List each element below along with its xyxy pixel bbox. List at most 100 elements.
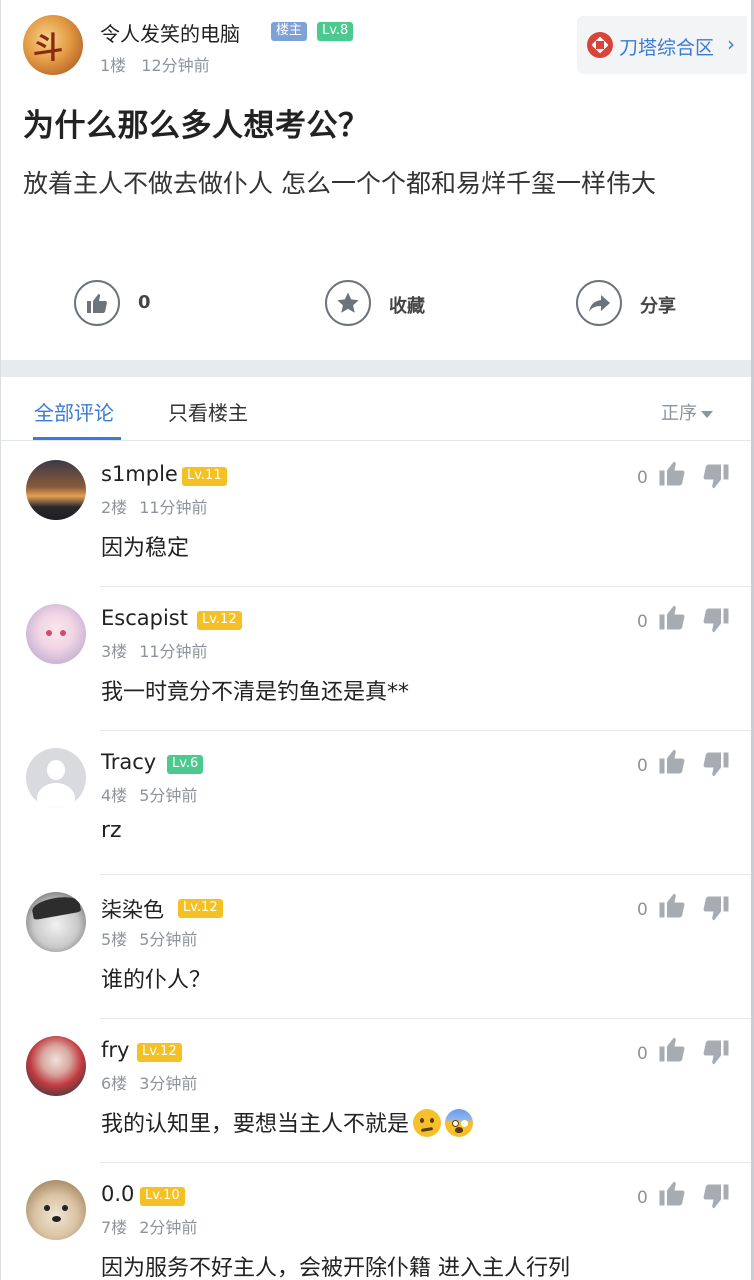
share-arrow-icon (576, 280, 622, 326)
thumbs-up-icon[interactable] (657, 602, 687, 632)
tab-all-comments[interactable]: 全部评论 (34, 397, 114, 426)
comment-text: 我一时竟分不清是钓鱼还是真** (101, 680, 410, 705)
comment-like-count: 0 (637, 612, 648, 632)
like-count: 0 (138, 292, 151, 313)
comment-floor: 4楼 (101, 786, 128, 805)
comment-like-count: 0 (637, 1188, 648, 1208)
comment-like-count: 0 (637, 900, 648, 920)
thumbs-down-icon[interactable] (701, 1038, 731, 1068)
comment-username[interactable]: s1mple (101, 462, 178, 486)
thinking-face-icon (413, 1109, 442, 1137)
level-badge: Lv.12 (137, 1043, 182, 1062)
thumbs-up-icon[interactable] (657, 1178, 687, 1208)
level-badge: Lv.12 (178, 899, 223, 918)
level-badge: Lv.6 (167, 755, 204, 774)
comment-floor: 2楼 (101, 498, 128, 517)
comment-like-count: 0 (637, 756, 648, 776)
comment-like-count: 0 (637, 1044, 648, 1064)
active-tab-indicator (33, 437, 121, 440)
level-badge: Lv.12 (197, 611, 242, 630)
fearful-face-icon (445, 1109, 474, 1137)
comment-text-row: 我的认知里，要想当主人不就是 (101, 1106, 474, 1138)
post-header: 斗 令人发笑的电脑 楼主 Lv.8 1楼 12分钟前 刀塔综合区 › (1, 0, 751, 90)
avatar[interactable] (26, 1036, 86, 1096)
thumbs-down-icon[interactable] (701, 1182, 731, 1212)
avatar[interactable] (26, 1180, 86, 1240)
comment-floor: 6楼 (101, 1074, 128, 1093)
comment-floor: 3楼 (101, 642, 128, 661)
comment-time: 11分钟前 (139, 642, 208, 661)
forum-label: 刀塔综合区 (619, 37, 715, 59)
thumbs-up-icon[interactable] (657, 746, 687, 776)
comment-meta: 5楼 5分钟前 (101, 926, 197, 950)
comment-item: Tracy Lv.6 4楼 5分钟前 rz 0 (1, 730, 751, 874)
comment-time: 11分钟前 (139, 498, 208, 517)
comment-item: Escapist Lv.12 3楼 11分钟前 我一时竟分不清是钓鱼还是真** 0 (1, 586, 751, 730)
avatar[interactable] (26, 604, 86, 664)
comment-time: 2分钟前 (139, 1218, 198, 1237)
section-divider (1, 360, 751, 377)
avatar[interactable] (26, 460, 86, 520)
post-title: 为什么那么多人想考公？ (23, 108, 370, 144)
star-icon (325, 280, 371, 326)
row-divider (100, 1018, 751, 1019)
comment-text: 因为稳定 (101, 536, 190, 561)
comment-username[interactable]: 0.0 (101, 1182, 134, 1206)
comment-username[interactable]: Tracy (101, 750, 156, 774)
comment-meta: 6楼 3分钟前 (101, 1070, 197, 1094)
share-label: 分享 (640, 296, 676, 317)
comment-text: 因为服务不好主人，会被开除仆籍 进入主人行列 (101, 1256, 570, 1280)
row-divider (100, 1162, 751, 1163)
level-badge: Lv.10 (140, 1187, 185, 1206)
comment-meta: 4楼 5分钟前 (101, 782, 197, 806)
comment-floor: 5楼 (101, 930, 128, 949)
comment-text: 谁的仆人？ (101, 968, 212, 993)
forum-link[interactable]: 刀塔综合区 › (577, 16, 747, 74)
op-level-badge: Lv.8 (317, 22, 354, 41)
comment-floor: 7楼 (101, 1218, 128, 1237)
thumbs-up-icon[interactable] (657, 458, 687, 488)
row-divider (100, 730, 751, 731)
op-time: 12分钟前 (141, 56, 210, 75)
comment-meta: 3楼 11分钟前 (101, 638, 208, 662)
thumbs-down-icon[interactable] (701, 462, 731, 492)
row-divider (100, 586, 751, 587)
comment-time: 5分钟前 (139, 786, 198, 805)
row-divider (100, 874, 751, 875)
comment-tabs: 全部评论 只看楼主 正序 (1, 377, 751, 441)
thumbs-down-icon[interactable] (701, 750, 731, 780)
op-avatar[interactable]: 斗 (23, 15, 83, 75)
comment-meta: 2楼 11分钟前 (101, 494, 208, 518)
post-body: 放着主人不做去做仆人 怎么一个个都和易烊千玺一样伟大 (23, 169, 656, 198)
comment-username[interactable]: Escapist (101, 606, 188, 630)
thumbs-up-icon[interactable] (657, 890, 687, 920)
thread-page: 斗 令人发笑的电脑 楼主 Lv.8 1楼 12分钟前 刀塔综合区 › 为什么那么… (0, 0, 754, 1280)
op-floor: 1楼 (100, 56, 127, 75)
comment-item: 0.0 Lv.10 7楼 2分钟前 因为服务不好主人，会被开除仆籍 进入主人行列 … (1, 1162, 751, 1280)
tab-op-only[interactable]: 只看楼主 (168, 397, 248, 426)
sort-dropdown[interactable]: 正序 (661, 399, 713, 425)
comment-meta: 7楼 2分钟前 (101, 1214, 197, 1238)
thumbs-down-icon[interactable] (701, 606, 731, 636)
comment-item: s1mple Lv.11 2楼 11分钟前 因为稳定 0 (1, 442, 751, 586)
comment-text: 我的认知里，要想当主人不就是 (101, 1112, 410, 1137)
comment-item: 柒染色 Lv.12 5楼 5分钟前 谁的仆人？ 0 (1, 874, 751, 1018)
favorite-label: 收藏 (389, 296, 425, 317)
thumbs-up-icon[interactable] (657, 1034, 687, 1064)
comment-time: 3分钟前 (139, 1074, 198, 1093)
thumbs-down-icon[interactable] (701, 894, 731, 924)
op-username[interactable]: 令人发笑的电脑 (100, 18, 240, 47)
chevron-right-icon: › (727, 32, 735, 56)
comment-item: fry Lv.12 6楼 3分钟前 我的认知里，要想当主人不就是 0 (1, 1018, 751, 1162)
caret-down-icon (701, 410, 713, 418)
avatar[interactable] (26, 748, 86, 808)
thumbs-up-icon (74, 280, 120, 326)
comment-username[interactable]: 柒染色 (101, 894, 164, 924)
comment-time: 5分钟前 (139, 930, 198, 949)
comment-text: rz (101, 818, 122, 843)
level-badge: Lv.11 (182, 467, 227, 486)
avatar[interactable] (26, 892, 86, 952)
dota-logo-icon (587, 32, 613, 58)
comment-username[interactable]: fry (101, 1038, 129, 1062)
op-meta: 1楼 12分钟前 (100, 52, 210, 76)
